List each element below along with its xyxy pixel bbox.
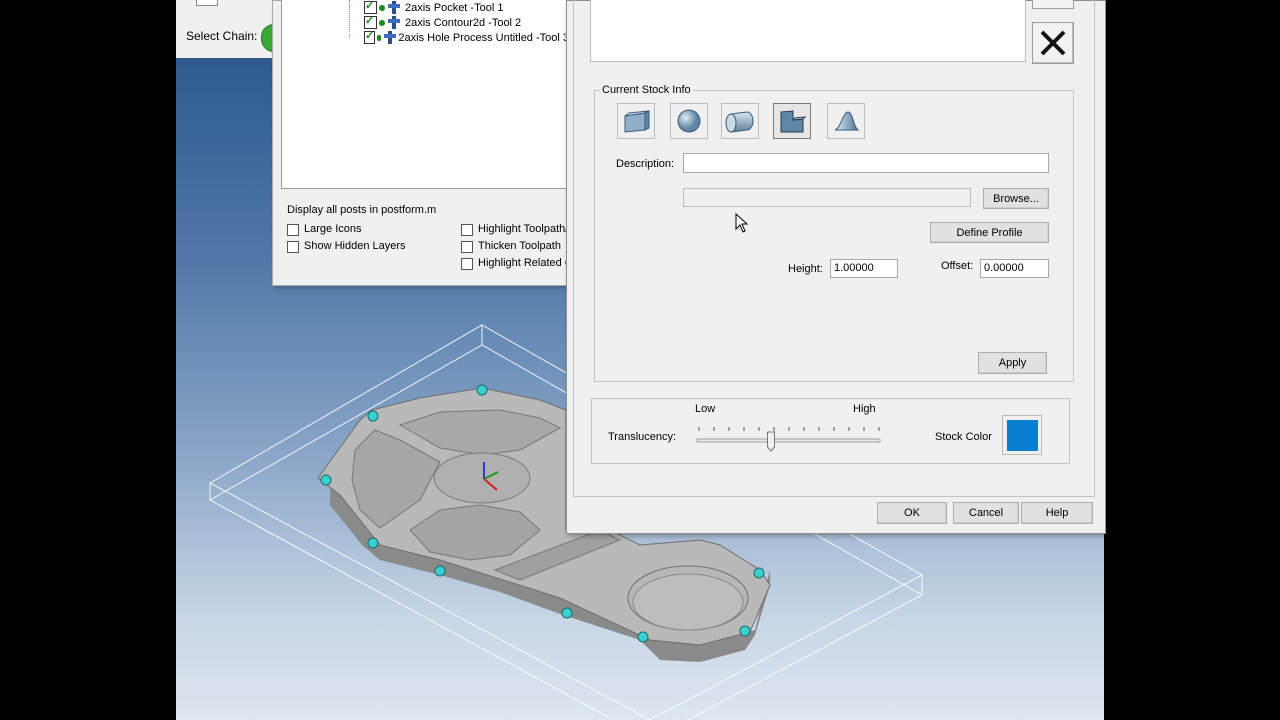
highlight-toolpath-label: Highlight Toolpath/C (478, 223, 566, 235)
select-chain-label: Select Chain: (186, 29, 258, 43)
revolved-stock-button[interactable] (827, 103, 865, 139)
tool-icon (388, 1, 400, 14)
show-hidden-layers-checkbox[interactable] (287, 241, 299, 253)
tree-item-checkbox[interactable] (364, 14, 377, 29)
tree-item[interactable]: 2axis Contour2d -Tool 2 (364, 14, 522, 30)
status-dot-icon (379, 19, 385, 26)
show-hidden-layers-label: Show Hidden Layers (304, 240, 406, 252)
cylinder-stock-icon (677, 109, 701, 133)
translucency-slider[interactable] (696, 422, 882, 452)
box-stock-button[interactable] (617, 103, 655, 139)
extruded-profile-stock-icon (780, 110, 807, 133)
description-input[interactable] (683, 153, 1049, 173)
height-input[interactable]: 1.00000 (830, 259, 898, 278)
large-icons-checkbox[interactable] (287, 224, 299, 236)
tool-icon (384, 31, 397, 44)
high-label: High (853, 403, 876, 415)
help-button[interactable]: Help (1021, 502, 1093, 524)
tree-item[interactable]: 2axis Pocket -Tool 1 (364, 0, 503, 15)
delete-stock-button[interactable] (1032, 22, 1074, 64)
stock-list-box[interactable] (590, 0, 1026, 62)
define-profile-button[interactable]: Define Profile (930, 222, 1049, 243)
offset-label: Offset: (941, 260, 974, 272)
toolbar-button-stub[interactable] (196, 0, 218, 6)
tree-item-label: 2axis Pocket -Tool 1 (405, 1, 504, 14)
cancel-button[interactable]: Cancel (953, 502, 1019, 524)
tree-item-checkbox[interactable] (364, 30, 375, 44)
cylinder-stock-button[interactable] (670, 103, 708, 139)
left-black-border (0, 0, 176, 720)
browse-button[interactable]: Browse... (983, 188, 1049, 209)
low-label: Low (695, 403, 716, 415)
thicken-toolpath-checkbox[interactable] (461, 241, 473, 253)
top-dialog-button[interactable] (1032, 0, 1074, 9)
height-label: Height: (788, 263, 823, 275)
rotated-cylinder-stock-icon (725, 111, 754, 133)
file-path-field[interactable] (683, 188, 971, 207)
tool-icon (388, 16, 400, 29)
display-posts-label: Display all posts in postform.m (287, 204, 437, 216)
tree-item-checkbox[interactable] (364, 0, 377, 14)
right-black-border (1104, 0, 1280, 720)
close-x-icon (1040, 30, 1066, 56)
status-dot-icon (379, 4, 385, 11)
stock-color-swatch (1006, 419, 1038, 451)
large-icons-label: Large Icons (304, 223, 362, 235)
tree-item-label: 2axis Contour2d -Tool 2 (405, 16, 522, 29)
ok-button[interactable]: OK (877, 502, 947, 524)
highlight-related-checkbox[interactable] (461, 258, 473, 270)
status-dot-icon (376, 34, 382, 41)
tree-connector-line (349, 0, 350, 38)
mouse-cursor-icon (735, 212, 749, 236)
highlight-toolpath-checkbox[interactable] (461, 224, 473, 236)
stock-color-label: Stock Color (935, 431, 992, 443)
description-label: Description: (616, 158, 675, 170)
stock-color-button[interactable] (1002, 415, 1042, 455)
highlight-related-label: Highlight Related G (478, 257, 566, 269)
tree-item[interactable]: 2axis Hole Process Untitled -Tool 3 (364, 30, 569, 45)
thicken-toolpath-label: Thicken Toolpath (478, 240, 561, 252)
rotated-cylinder-stock-button[interactable] (721, 103, 759, 139)
current-stock-info-title: Current Stock Info (600, 84, 693, 96)
extruded-profile-stock-button[interactable] (773, 103, 811, 139)
translucency-label: Translucency: (608, 431, 677, 443)
revolved-stock-icon (834, 111, 860, 131)
apply-button[interactable]: Apply (978, 352, 1047, 374)
slider-graphic (696, 427, 881, 452)
box-stock-icon (624, 110, 650, 133)
offset-input[interactable]: 0.00000 (980, 259, 1049, 278)
tree-item-label: 2axis Hole Process Untitled -Tool 3 (398, 31, 569, 44)
